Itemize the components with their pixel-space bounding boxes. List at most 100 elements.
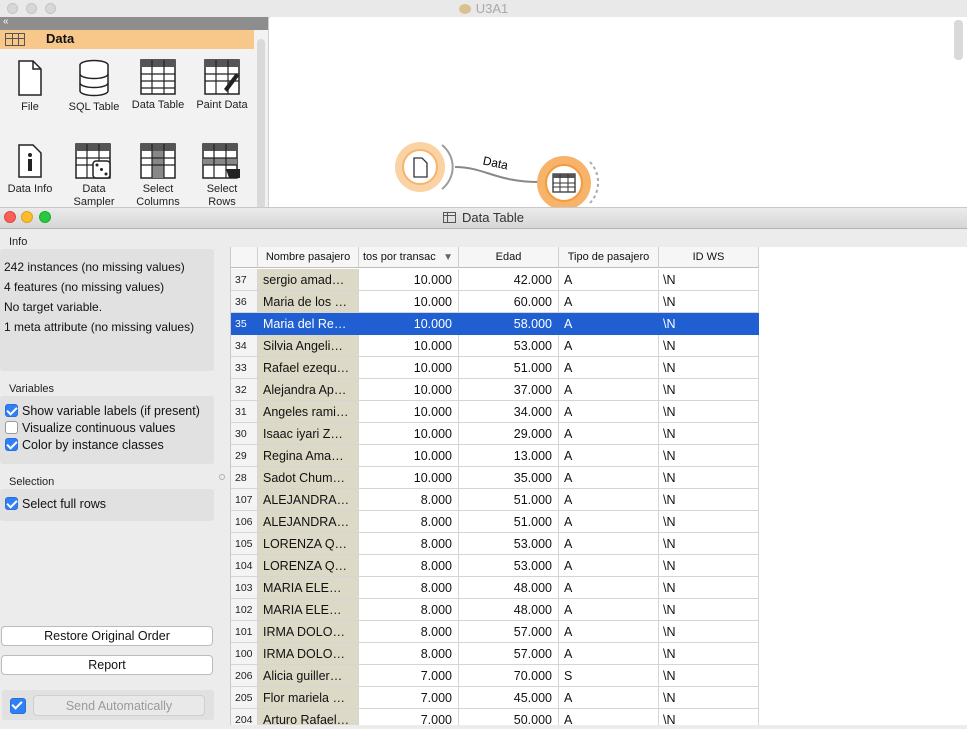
table-row[interactable]: 30 Isaac iyari Z… 10.000 29.000 A \N — [231, 423, 759, 445]
cell-tos[interactable]: 10.000 — [359, 379, 459, 401]
workflow-graph[interactable]: Data — [270, 17, 967, 210]
cell-id-ws[interactable]: \N — [659, 489, 759, 511]
widget-select-rows[interactable]: Select Rows — [192, 143, 252, 209]
table-row[interactable]: 101 IRMA DOLO… 8.000 57.000 A \N — [231, 621, 759, 643]
cell-edad[interactable]: 45.000 — [459, 687, 559, 709]
cell-id-ws[interactable]: \N — [659, 665, 759, 687]
cell-edad[interactable]: 35.000 — [459, 467, 559, 489]
cell-nombre[interactable]: Maria de los … — [258, 291, 359, 313]
cell-edad[interactable]: 48.000 — [459, 599, 559, 621]
cell-tos[interactable]: 7.000 — [359, 665, 459, 687]
cell-id-ws[interactable]: \N — [659, 357, 759, 379]
cell-edad[interactable]: 34.000 — [459, 401, 559, 423]
cell-tos[interactable]: 8.000 — [359, 577, 459, 599]
cell-tipo[interactable]: A — [559, 467, 659, 489]
cell-edad[interactable]: 60.000 — [459, 291, 559, 313]
cell-nombre[interactable]: Silvia Angeli… — [258, 335, 359, 357]
cell-id-ws[interactable]: \N — [659, 445, 759, 467]
cell-tos[interactable]: 10.000 — [359, 445, 459, 467]
cell-edad[interactable]: 57.000 — [459, 621, 559, 643]
cell-tipo[interactable]: A — [559, 423, 659, 445]
cell-nombre[interactable]: Alejandra Ap… — [258, 379, 359, 401]
cell-tos[interactable]: 10.000 — [359, 467, 459, 489]
cell-tos[interactable]: 10.000 — [359, 313, 459, 335]
row-index[interactable]: 107 — [231, 489, 258, 511]
cell-tipo[interactable]: A — [559, 357, 659, 379]
column-header-tos[interactable]: tos por transac ▼ — [359, 247, 459, 268]
cell-tipo[interactable]: A — [559, 511, 659, 533]
data-table-view[interactable]: Nombre pasajero tos por transac ▼ Edad Ti… — [230, 247, 967, 725]
cell-tos[interactable]: 10.000 — [359, 291, 459, 313]
cell-tos[interactable]: 10.000 — [359, 357, 459, 379]
widget-data-table[interactable]: Data Table — [128, 59, 188, 112]
cell-tos[interactable]: 7.000 — [359, 709, 459, 725]
row-index[interactable]: 36 — [231, 291, 258, 313]
cell-edad[interactable]: 48.000 — [459, 577, 559, 599]
cell-id-ws[interactable]: \N — [659, 423, 759, 445]
toolbox-collapse-bar[interactable]: « — [0, 16, 268, 30]
cell-id-ws[interactable]: \N — [659, 511, 759, 533]
splitter-handle[interactable] — [219, 474, 225, 480]
cell-nombre[interactable]: ALEJANDRA… — [258, 511, 359, 533]
cell-tos[interactable]: 8.000 — [359, 511, 459, 533]
row-index[interactable]: 106 — [231, 511, 258, 533]
cell-tipo[interactable]: A — [559, 533, 659, 555]
cell-nombre[interactable]: LORENZA Q… — [258, 533, 359, 555]
widget-select-columns[interactable]: Select Columns — [128, 143, 188, 209]
cell-edad[interactable]: 13.000 — [459, 445, 559, 467]
cell-tos[interactable]: 7.000 — [359, 687, 459, 709]
cell-edad[interactable]: 51.000 — [459, 511, 559, 533]
cell-edad[interactable]: 42.000 — [459, 269, 559, 291]
cell-edad[interactable]: 51.000 — [459, 489, 559, 511]
row-index[interactable]: 33 — [231, 357, 258, 379]
row-index[interactable]: 103 — [231, 577, 258, 599]
table-row[interactable]: 106 ALEJANDRA… 8.000 51.000 A \N — [231, 511, 759, 533]
cell-tos[interactable]: 8.000 — [359, 533, 459, 555]
row-index[interactable]: 104 — [231, 555, 258, 577]
table-row[interactable]: 206 Alicia guiller… 7.000 70.000 S \N — [231, 665, 759, 687]
cell-tos[interactable]: 8.000 — [359, 489, 459, 511]
cell-nombre[interactable]: Isaac iyari Z… — [258, 423, 359, 445]
widget-paint-data[interactable]: Paint Data — [192, 59, 252, 112]
column-header-edad[interactable]: Edad — [459, 247, 559, 268]
row-index[interactable]: 32 — [231, 379, 258, 401]
category-data[interactable]: Data — [0, 30, 254, 49]
cell-edad[interactable]: 70.000 — [459, 665, 559, 687]
cell-id-ws[interactable]: \N — [659, 269, 759, 291]
row-index[interactable]: 205 — [231, 687, 258, 709]
row-index[interactable]: 31 — [231, 401, 258, 423]
row-index[interactable]: 30 — [231, 423, 258, 445]
category-header[interactable]: « Data — [0, 16, 268, 49]
cell-tipo[interactable]: A — [559, 643, 659, 665]
visualize-continuous-checkbox[interactable]: Visualize continuous values — [5, 421, 175, 435]
row-index[interactable]: 105 — [231, 533, 258, 555]
row-index[interactable]: 28 — [231, 467, 258, 489]
cell-edad[interactable]: 29.000 — [459, 423, 559, 445]
cell-tipo[interactable]: A — [559, 379, 659, 401]
table-row[interactable]: 28 Sadot Chum… 10.000 35.000 A \N — [231, 467, 759, 489]
cell-nombre[interactable]: Regina Ama… — [258, 445, 359, 467]
cell-edad[interactable]: 51.000 — [459, 357, 559, 379]
cell-id-ws[interactable]: \N — [659, 555, 759, 577]
cell-id-ws[interactable]: \N — [659, 621, 759, 643]
cell-nombre[interactable]: ALEJANDRA… — [258, 489, 359, 511]
cell-tos[interactable]: 10.000 — [359, 335, 459, 357]
cell-id-ws[interactable]: \N — [659, 401, 759, 423]
cell-nombre[interactable]: MARIA ELE… — [258, 577, 359, 599]
color-by-class-checkbox[interactable]: Color by instance classes — [5, 438, 164, 452]
cell-tipo[interactable]: A — [559, 401, 659, 423]
corner-button[interactable] — [231, 247, 258, 268]
workflow-canvas[interactable]: Data — [270, 17, 967, 210]
table-row[interactable]: 36 Maria de los … 10.000 60.000 A \N — [231, 291, 759, 313]
cell-tipo[interactable]: A — [559, 313, 659, 335]
cell-nombre[interactable]: Alicia guiller… — [258, 665, 359, 687]
cell-id-ws[interactable]: \N — [659, 379, 759, 401]
cell-nombre[interactable]: Maria del Re… — [258, 313, 359, 335]
collapse-icon[interactable]: « — [3, 16, 9, 27]
cell-id-ws[interactable]: \N — [659, 577, 759, 599]
widget-data-info[interactable]: Data Info — [0, 143, 60, 196]
cell-id-ws[interactable]: \N — [659, 313, 759, 335]
toolbox-scrollbar[interactable] — [257, 39, 265, 209]
row-index[interactable]: 35 — [231, 313, 258, 335]
cell-tipo[interactable]: A — [559, 269, 659, 291]
